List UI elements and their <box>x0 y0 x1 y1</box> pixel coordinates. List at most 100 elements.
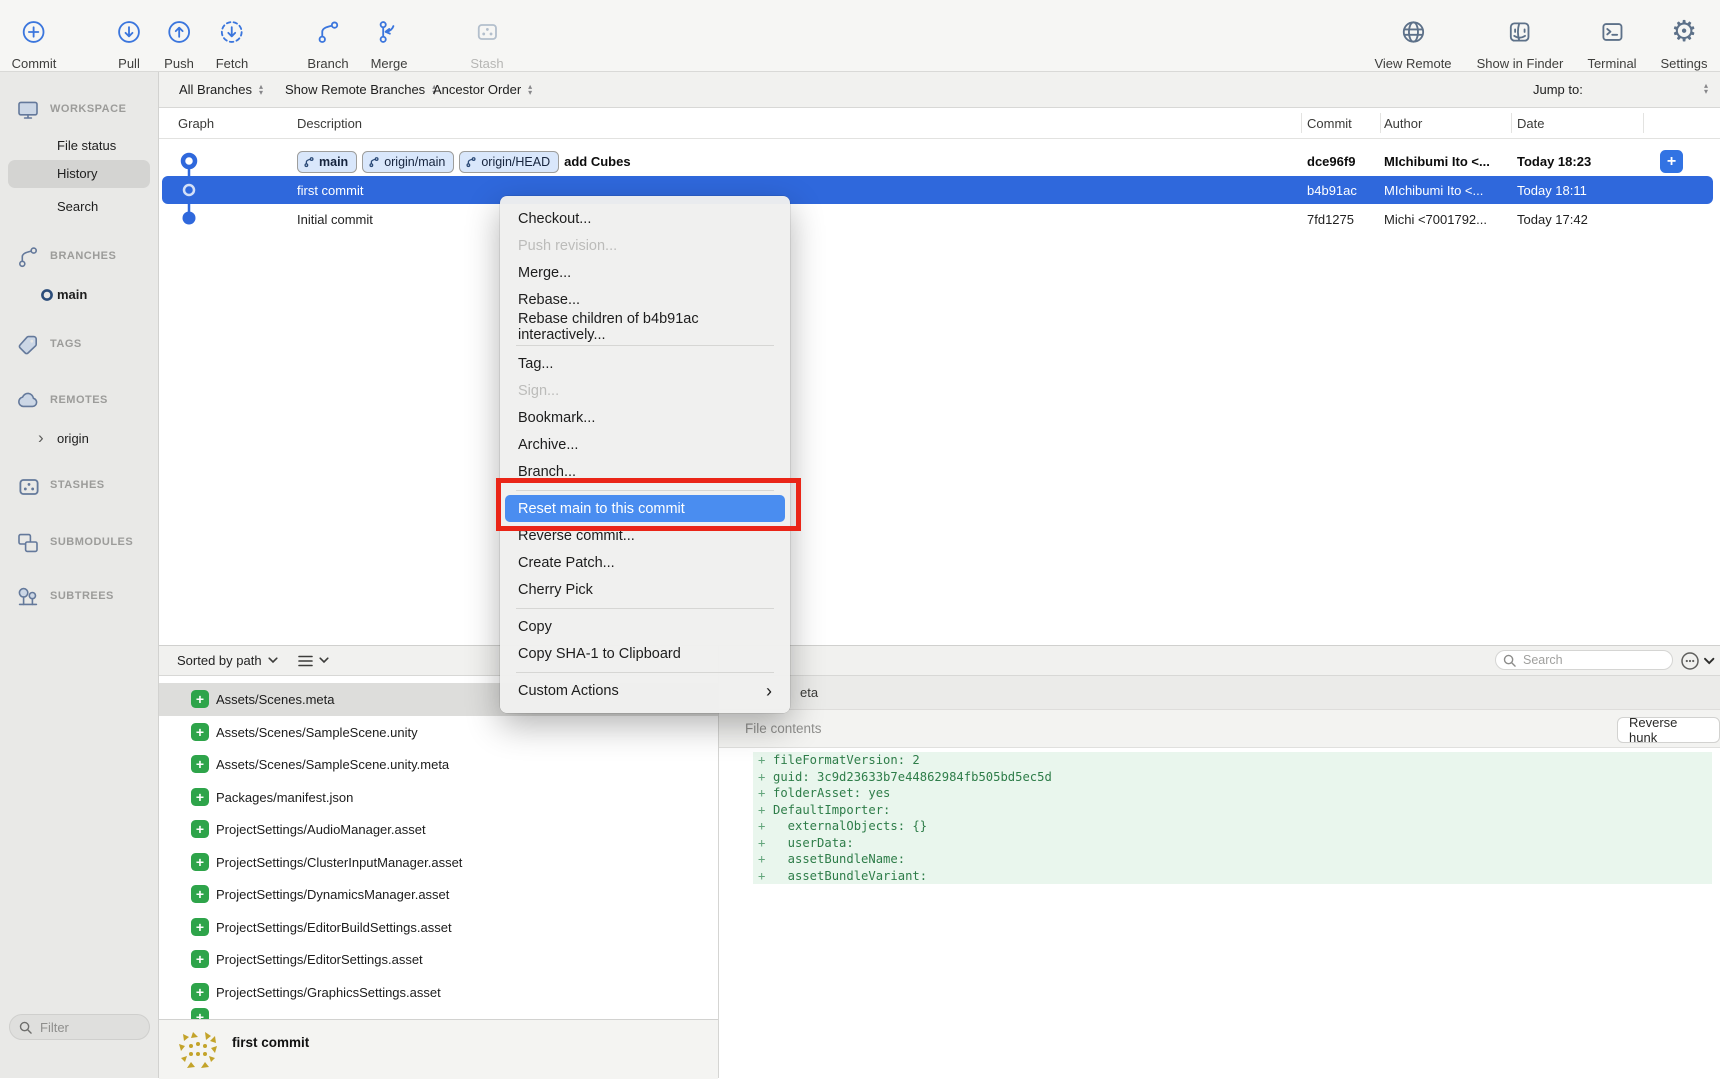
file-row[interactable]: +ProjectSettings/EditorBuildSettings.ass… <box>159 911 718 944</box>
commit-row[interactable]: Initial commit7fd1275Michi <7001792...To… <box>159 205 1720 234</box>
show-in-finder-button[interactable]: Show in Finder <box>1477 15 1564 71</box>
file-row[interactable]: +Assets/Scenes/SampleScene.unity.meta <box>159 748 718 781</box>
fetch-button[interactable]: Fetch <box>216 15 249 71</box>
diff-added-line: +fileFormatVersion: 2 <box>753 752 1712 769</box>
toolbar-button-label: Terminal <box>1587 56 1636 71</box>
diff-file-header[interactable]: eta <box>719 676 1720 710</box>
settings-button[interactable]: ⚙Settings <box>1661 15 1708 71</box>
more-options-icon[interactable] <box>1680 651 1716 671</box>
commit-context-menu: Checkout...Push revision...Merge...Rebas… <box>500 196 790 713</box>
sidebar-item-origin[interactable]: › origin <box>8 425 150 453</box>
commit-message: add Cubes <box>564 154 630 169</box>
file-row[interactable]: +ProjectSettings/EditorSettings.asset <box>159 943 718 976</box>
sort-control[interactable]: Sorted by path <box>177 646 329 675</box>
file-row[interactable]: +ProjectSettings/AudioManager.asset <box>159 813 718 846</box>
pull-button[interactable]: Pull <box>115 15 143 71</box>
view-remote-button[interactable]: View Remote <box>1374 15 1451 71</box>
submenu-arrow-icon: › <box>766 684 772 698</box>
menu-separator <box>516 345 774 346</box>
file-contents-label: File contents <box>745 721 822 736</box>
file-name: Assets/Scenes/SampleScene.unity <box>216 725 418 740</box>
sidebar-item-label: origin <box>57 431 89 446</box>
sidebar-filter-field[interactable] <box>9 1014 150 1040</box>
toolbar-button-label: Stash <box>470 56 503 71</box>
file-row[interactable]: +Assets/Scenes/SampleScene.unity <box>159 716 718 749</box>
menu-item-tag[interactable]: Tag... <box>500 350 790 377</box>
menu-item-rebase[interactable]: Rebase... <box>500 286 790 313</box>
sidebar-item-search[interactable]: Search <box>8 193 150 221</box>
commit-date-cell: Today 18:11 <box>1517 176 1587 205</box>
diff-added-line: + assetBundleName: <box>753 851 1712 868</box>
commit-date-cell: Today 18:23 <box>1517 147 1591 176</box>
menu-item-merge[interactable]: Merge... <box>500 259 790 286</box>
file-row[interactable]: +ProjectSettings/GraphicsSettings.asset <box>159 976 718 1009</box>
magnifier-icon <box>1503 654 1516 667</box>
sidebar-filter-input[interactable] <box>38 1019 142 1036</box>
column-header-author[interactable]: Author <box>1384 116 1422 131</box>
sidebar-item-file-status[interactable]: File status <box>8 132 150 160</box>
sidebar-item-main[interactable]: main <box>8 281 150 309</box>
sidebar: WORKSPACE File statusHistory Search BRANCHE… <box>0 72 159 1078</box>
menu-item-archive[interactable]: Archive... <box>500 431 790 458</box>
diff-search-input[interactable] <box>1521 652 1665 668</box>
ancestor-order-dropdown[interactable]: Ancestor Order▴▾ <box>433 72 532 107</box>
branch-badge-origin-main[interactable]: origin/main <box>362 151 454 173</box>
branch-badge-origin-head[interactable]: origin/HEAD <box>459 151 559 173</box>
commit-hash-cell: dce96f9 <box>1307 147 1355 176</box>
show-remote-branches-dropdown[interactable]: Show Remote Branches▴▾ <box>285 72 436 107</box>
branch-button[interactable]: Branch <box>307 15 348 71</box>
jump-to-stepper-icon[interactable]: ▴▾ <box>1704 83 1708 95</box>
menu-item-reset-main-to-this-commit[interactable]: Reset main to this commit <box>505 495 785 522</box>
menu-item-cherry-pick[interactable]: Cherry Pick <box>500 576 790 603</box>
diff-plus-sign: + <box>753 836 773 850</box>
list-view-icon[interactable] <box>298 655 313 667</box>
sidebar-section-branches: BRANCHES <box>0 243 158 271</box>
sidebar-section-label: STASHES <box>50 479 105 491</box>
menu-item-rebase-children-of-b4b91ac-interactively[interactable]: Rebase children of b4b91ac interactively… <box>500 313 790 340</box>
reverse-hunk-button[interactable]: Reverse hunk <box>1617 717 1720 743</box>
menu-item-copy-sha-1-to-clipboard[interactable]: Copy SHA-1 to Clipboard <box>500 640 790 667</box>
branch-icon <box>314 15 342 48</box>
menu-item-custom-actions[interactable]: Custom Actions› <box>500 677 790 704</box>
column-header-date[interactable]: Date <box>1517 116 1544 131</box>
chevron-right-icon[interactable]: › <box>38 428 44 448</box>
all-branches-dropdown[interactable]: All Branches▴▾ <box>179 72 263 107</box>
sidebar-section-remotes: REMOTES <box>0 387 158 415</box>
add-button[interactable]: + <box>1660 150 1683 173</box>
menu-item-create-patch[interactable]: Create Patch... <box>500 549 790 576</box>
sidebar-section-label: SUBTREES <box>50 590 114 602</box>
cloud-icon <box>15 388 41 414</box>
file-row[interactable]: +Packages/manifest.json <box>159 781 718 814</box>
sidebar-section-submodules: SUBMODULES <box>0 529 158 557</box>
column-header-description[interactable]: Description <box>297 116 362 131</box>
sidebar-section-subtrees: SUBTREES <box>0 583 158 611</box>
bottom-tool-band: Sorted by path <box>159 645 1720 676</box>
terminal-button[interactable]: Terminal <box>1587 15 1636 71</box>
menu-item-checkout[interactable]: Checkout... <box>500 205 790 232</box>
commit-button[interactable]: Commit <box>12 15 57 71</box>
sidebar-section-label: WORKSPACE <box>50 103 126 115</box>
menu-item-bookmark[interactable]: Bookmark... <box>500 404 790 431</box>
menu-item-copy[interactable]: Copy <box>500 613 790 640</box>
sidebar-item-label: main <box>57 287 87 302</box>
sidebar-item-history[interactable]: History <box>8 160 150 188</box>
dropdown-label: All Branches <box>179 82 252 97</box>
menu-item-branch[interactable]: Branch... <box>500 458 790 485</box>
added-file-icon: + <box>191 950 209 968</box>
merge-button[interactable]: Merge <box>371 15 408 71</box>
commit-row[interactable]: mainorigin/mainorigin/HEAD add Cubes dce96… <box>159 147 1720 176</box>
commit-row[interactable]: first commitb4b91acMIchibumi Ito <...Tod… <box>159 176 1720 205</box>
file-row[interactable]: +ProjectSettings/ClusterInputManager.ass… <box>159 846 718 879</box>
menu-item-push-revision: Push revision... <box>500 232 790 259</box>
menu-item-reverse-commit[interactable]: Reverse commit... <box>500 522 790 549</box>
diff-search-field[interactable] <box>1495 650 1673 670</box>
push-button[interactable]: Push <box>164 15 194 71</box>
column-separator <box>1643 113 1644 133</box>
file-row[interactable]: +ProjectSettings/DynamicsManager.asset <box>159 878 718 911</box>
branch-badge-main[interactable]: main <box>297 151 357 173</box>
column-header-graph[interactable]: Graph <box>178 116 214 131</box>
diff-file-name-fragment: eta <box>800 685 818 700</box>
diff-line-text: DefaultImporter: <box>773 803 890 817</box>
column-header-commit[interactable]: Commit <box>1307 116 1352 131</box>
branch-side-icon <box>15 244 41 270</box>
